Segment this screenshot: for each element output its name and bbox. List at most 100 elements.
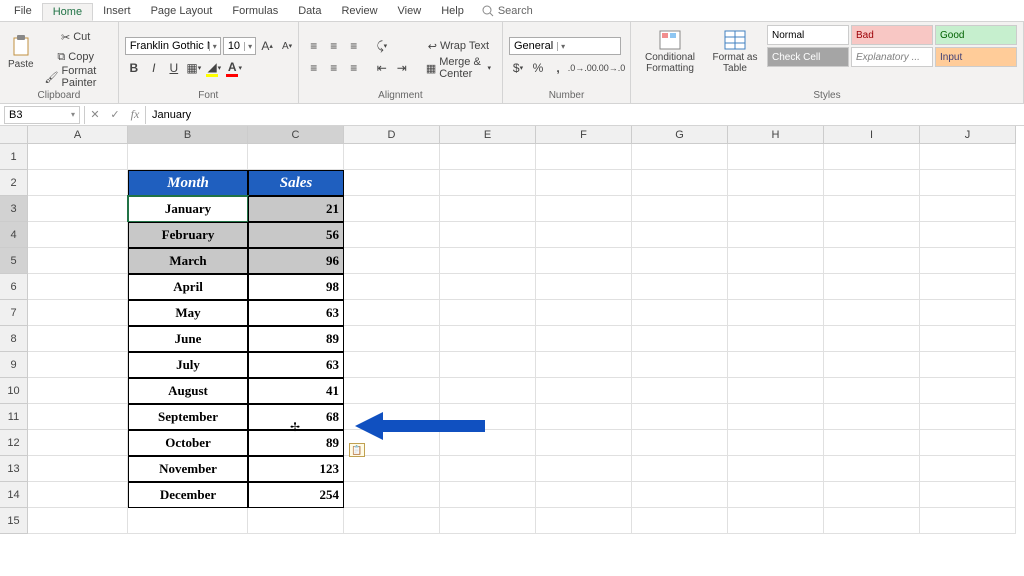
cell-D8[interactable] — [344, 326, 440, 352]
cell-I7[interactable] — [824, 300, 920, 326]
cell-A9[interactable] — [28, 352, 128, 378]
cell-G2[interactable] — [632, 170, 728, 196]
cell-F1[interactable] — [536, 144, 632, 170]
format-as-table-button[interactable]: Format as Table — [707, 25, 763, 79]
cell-H6[interactable] — [728, 274, 824, 300]
cell-F11[interactable] — [536, 404, 632, 430]
grow-font-button[interactable]: A▴ — [258, 37, 276, 55]
paste-button[interactable]: Paste — [6, 25, 36, 79]
cell-J12[interactable] — [920, 430, 1016, 456]
row-header-11[interactable]: 11 — [0, 404, 28, 430]
copy-button[interactable]: ⧉Copy — [40, 48, 112, 66]
cell-E13[interactable] — [440, 456, 536, 482]
percent-format-button[interactable]: % — [529, 59, 547, 77]
conditional-formatting-button[interactable]: Conditional Formatting — [637, 25, 703, 79]
cell-A10[interactable] — [28, 378, 128, 404]
cell-J1[interactable] — [920, 144, 1016, 170]
cell-G1[interactable] — [632, 144, 728, 170]
row-header-13[interactable]: 13 — [0, 456, 28, 482]
cell-G13[interactable] — [632, 456, 728, 482]
cell-B2[interactable]: Month — [128, 170, 248, 196]
row-header-1[interactable]: 1 — [0, 144, 28, 170]
cell-I13[interactable] — [824, 456, 920, 482]
tab-page-layout[interactable]: Page Layout — [141, 3, 223, 19]
cell-H10[interactable] — [728, 378, 824, 404]
cell-E7[interactable] — [440, 300, 536, 326]
row-header-6[interactable]: 6 — [0, 274, 28, 300]
name-box[interactable]: B3▾ — [4, 106, 80, 124]
comma-format-button[interactable]: , — [549, 59, 567, 77]
cell-B4[interactable]: February — [128, 222, 248, 248]
cell-C6[interactable]: 98 — [248, 274, 344, 300]
cell-H8[interactable] — [728, 326, 824, 352]
border-button[interactable]: ▦▾ — [185, 59, 203, 77]
cell-D1[interactable] — [344, 144, 440, 170]
col-header-D[interactable]: D — [344, 126, 440, 144]
row-header-10[interactable]: 10 — [0, 378, 28, 404]
col-header-J[interactable]: J — [920, 126, 1016, 144]
cell-E5[interactable] — [440, 248, 536, 274]
cell-F3[interactable] — [536, 196, 632, 222]
cell-C9[interactable]: 63 — [248, 352, 344, 378]
cell-B10[interactable]: August — [128, 378, 248, 404]
tell-me-search[interactable]: Search — [482, 5, 533, 17]
cell-A14[interactable] — [28, 482, 128, 508]
cell-J15[interactable] — [920, 508, 1016, 534]
underline-button[interactable]: U — [165, 59, 183, 77]
cell-G14[interactable] — [632, 482, 728, 508]
cell-D15[interactable] — [344, 508, 440, 534]
cell-I1[interactable] — [824, 144, 920, 170]
cell-A1[interactable] — [28, 144, 128, 170]
cell-C7[interactable]: 63 — [248, 300, 344, 326]
cell-J13[interactable] — [920, 456, 1016, 482]
cell-D14[interactable] — [344, 482, 440, 508]
align-bottom-button[interactable]: ≡ — [345, 37, 363, 55]
cell-G9[interactable] — [632, 352, 728, 378]
cell-E9[interactable] — [440, 352, 536, 378]
cell-B1[interactable] — [128, 144, 248, 170]
tab-view[interactable]: View — [388, 3, 432, 19]
cell-J4[interactable] — [920, 222, 1016, 248]
col-header-A[interactable]: A — [28, 126, 128, 144]
cell-H14[interactable] — [728, 482, 824, 508]
cell-I8[interactable] — [824, 326, 920, 352]
align-left-button[interactable]: ≡ — [305, 59, 323, 77]
tab-formulas[interactable]: Formulas — [222, 3, 288, 19]
row-header-14[interactable]: 14 — [0, 482, 28, 508]
cell-D9[interactable] — [344, 352, 440, 378]
cancel-formula-button[interactable]: ✕ — [85, 108, 105, 121]
cell-I14[interactable] — [824, 482, 920, 508]
style-bad[interactable]: Bad — [851, 25, 933, 45]
cell-C3[interactable]: 21 — [248, 196, 344, 222]
cell-H9[interactable] — [728, 352, 824, 378]
cell-A13[interactable] — [28, 456, 128, 482]
cell-C14[interactable]: 254 — [248, 482, 344, 508]
wrap-text-button[interactable]: ↩Wrap Text — [421, 37, 496, 55]
cut-button[interactable]: ✂Cut — [40, 28, 112, 46]
cell-A12[interactable] — [28, 430, 128, 456]
align-middle-button[interactable]: ≡ — [325, 37, 343, 55]
cell-J7[interactable] — [920, 300, 1016, 326]
cell-I3[interactable] — [824, 196, 920, 222]
cell-B13[interactable]: November — [128, 456, 248, 482]
align-top-button[interactable]: ≡ — [305, 37, 323, 55]
cell-B12[interactable]: October — [128, 430, 248, 456]
cell-J11[interactable] — [920, 404, 1016, 430]
decrease-indent-button[interactable]: ⇤ — [373, 59, 391, 77]
style-explanatory-[interactable]: Explanatory ... — [851, 47, 933, 67]
style-check-cell[interactable]: Check Cell — [767, 47, 849, 67]
cell-B11[interactable]: September — [128, 404, 248, 430]
cell-B5[interactable]: March — [128, 248, 248, 274]
cell-H5[interactable] — [728, 248, 824, 274]
col-header-B[interactable]: B — [128, 126, 248, 144]
cell-A3[interactable] — [28, 196, 128, 222]
cell-B8[interactable]: June — [128, 326, 248, 352]
cell-A8[interactable] — [28, 326, 128, 352]
cell-E10[interactable] — [440, 378, 536, 404]
style-good[interactable]: Good — [935, 25, 1017, 45]
enter-formula-button[interactable]: ✓ — [105, 108, 125, 121]
cell-B3[interactable]: January — [128, 196, 248, 222]
cell-D2[interactable] — [344, 170, 440, 196]
decrease-decimal-button[interactable]: .00→.0 — [598, 59, 625, 77]
font-size-select[interactable]: 10▾ — [223, 37, 256, 55]
